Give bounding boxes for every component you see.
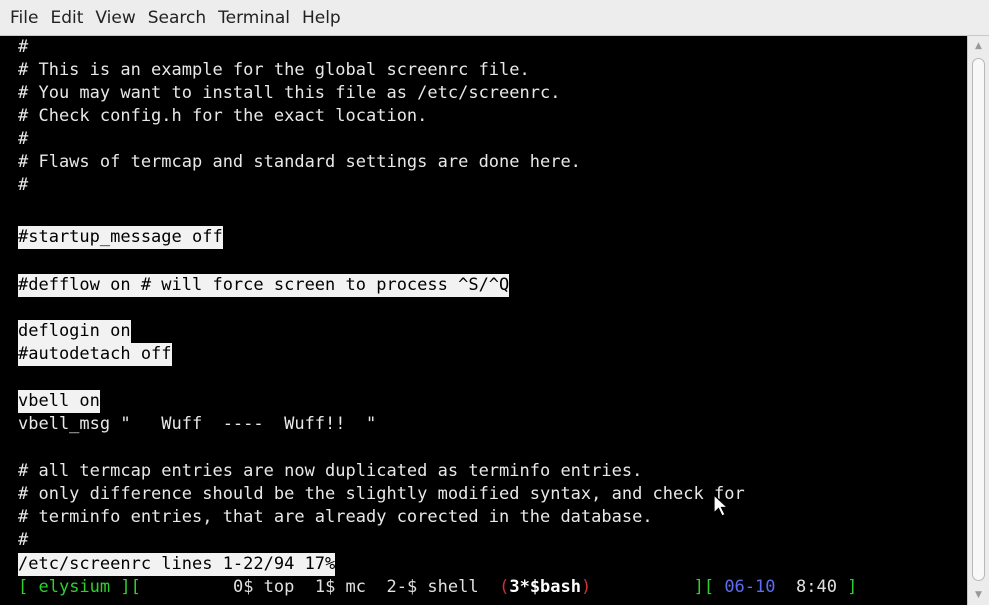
hardstatus-close: ] xyxy=(836,577,858,597)
hardstatus-gap xyxy=(776,577,796,597)
hardstatus-sep: ][ xyxy=(591,577,725,597)
terminal-line-highlighted: #defflow on # will force screen to proce… xyxy=(18,274,510,297)
vertical-scrollbar[interactable]: ▲ ▼ xyxy=(967,36,989,605)
menu-terminal[interactable]: Terminal xyxy=(212,8,296,28)
hardstatus-date: 06-10 xyxy=(724,577,776,597)
menu-file[interactable]: File xyxy=(0,8,44,28)
terminal-output[interactable]: # # This is an example for the global sc… xyxy=(0,36,967,605)
mouse-pointer-icon xyxy=(713,494,730,517)
active-window: 3*$bash xyxy=(509,577,581,597)
terminal-line: # Flaws of termcap and standard settings… xyxy=(18,152,581,172)
pager-status: /etc/screenrc lines 1-22/94 17% xyxy=(18,553,336,576)
terminal-line-highlighted: vbell on xyxy=(18,390,100,413)
screen-hardstatus: [ elysium ][ 0$ top 1$ mc 2-$ shell (3*$… xyxy=(18,576,857,599)
terminal-line: # You may want to install this file as /… xyxy=(18,83,561,103)
scroll-down-arrow-icon[interactable]: ▼ xyxy=(968,586,989,604)
scroll-up-arrow-icon[interactable]: ▲ xyxy=(968,37,989,55)
terminal-line: # xyxy=(18,37,29,57)
terminal-line: # This is an example for the global scre… xyxy=(18,60,530,80)
terminal-line: # xyxy=(18,129,29,149)
terminal-line-highlighted: deflogin on xyxy=(18,320,131,343)
hardstatus-host: elysium xyxy=(38,577,111,597)
menu-view[interactable]: View xyxy=(89,8,141,28)
menu-help[interactable]: Help xyxy=(296,8,347,28)
terminal-line: # terminfo entries, that are already cor… xyxy=(18,507,653,527)
active-window-open: ( xyxy=(499,577,510,597)
menu-edit[interactable]: Edit xyxy=(44,8,89,28)
terminal-line: # xyxy=(18,530,29,550)
scrollbar-thumb[interactable] xyxy=(972,58,985,581)
terminal-line: # xyxy=(18,175,29,195)
terminal-line: vbell_msg " Wuff ---- Wuff!! " xyxy=(18,414,377,434)
hardstatus-open: [ xyxy=(18,577,39,597)
hardstatus-time: 8:40 xyxy=(795,577,837,597)
terminal-line-highlighted: #startup_message off xyxy=(18,226,223,249)
terminal-line-highlighted: #autodetach off xyxy=(18,343,172,366)
window-list: 0$ top 1$ mc 2-$ shell xyxy=(140,577,500,597)
menubar: File Edit View Search Terminal Help xyxy=(0,0,989,36)
hardstatus-sep: ][ xyxy=(110,577,141,597)
terminal-line: # all termcap entries are now duplicated… xyxy=(18,461,643,481)
terminal-line: # only difference should be the slightly… xyxy=(18,484,745,504)
menu-search[interactable]: Search xyxy=(142,8,212,28)
active-window-close: ) xyxy=(581,577,592,597)
terminal-line: # Check config.h for the exact location. xyxy=(18,106,428,126)
